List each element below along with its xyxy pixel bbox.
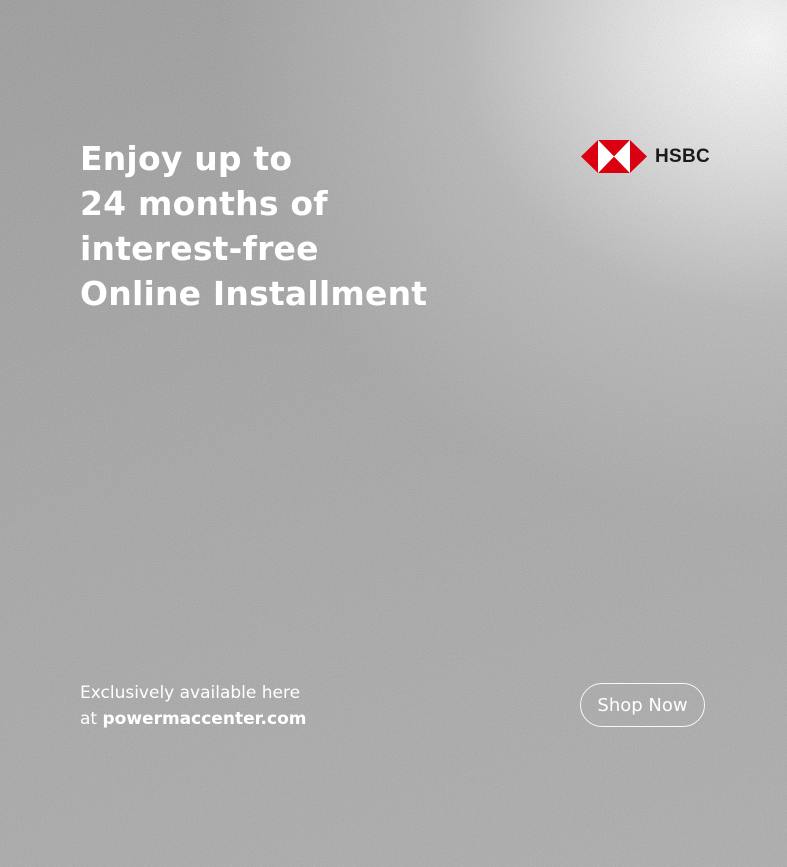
headline-line-1: Enjoy up to [80, 139, 293, 178]
headline-line-3: interest-free [80, 229, 319, 268]
availability-line-1: Exclusively available here [80, 683, 301, 703]
headline-line-2: 24 months of [80, 184, 328, 223]
hsbc-logo: HSBC [581, 140, 710, 173]
grain-texture [0, 0, 787, 867]
availability-line-2: at powermaccenter.com [80, 706, 306, 732]
hsbc-hexagon-icon [581, 140, 647, 173]
promo-banner: Enjoy up to 24 months of interest-free O… [0, 0, 787, 867]
shop-now-button[interactable]: Shop Now [580, 683, 705, 727]
headline: Enjoy up to 24 months of interest-free O… [80, 136, 500, 316]
site-url[interactable]: powermaccenter.com [103, 709, 307, 729]
headline-line-4: Online Installment [80, 274, 428, 313]
availability-text: Exclusively available here at powermacce… [80, 680, 306, 732]
availability-prefix: at [80, 709, 103, 729]
logo-text: HSBC [655, 145, 711, 167]
